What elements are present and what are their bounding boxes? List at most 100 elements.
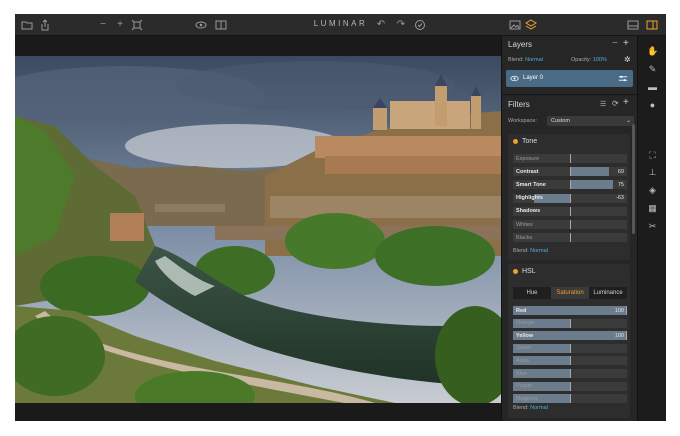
slider-handle[interactable] <box>570 343 571 353</box>
slider-value: 100 <box>614 332 624 339</box>
chevron-down-icon: ⌄ <box>625 118 631 124</box>
slider-purple[interactable]: Purple <box>513 381 627 391</box>
layer-blend[interactable]: Blend: Normal <box>508 57 543 63</box>
layer-options-icon[interactable] <box>618 74 628 85</box>
refresh-icon[interactable]: ⟳ <box>612 99 619 108</box>
sidebar-icon[interactable] <box>646 19 658 31</box>
slider-contrast[interactable]: Contrast 69 <box>513 167 627 177</box>
slider-label: Shadows <box>516 208 541 215</box>
slider-value: -63 <box>616 195 624 202</box>
blend-value: Normal <box>530 405 548 411</box>
clone-stamp-icon[interactable]: ⊥ <box>647 167 658 178</box>
slider-highlights[interactable]: Highlights -63 <box>513 193 627 203</box>
slider-handle[interactable] <box>570 318 571 328</box>
slider-handle[interactable] <box>626 306 627 315</box>
slider-fill <box>513 306 627 315</box>
slider-handle[interactable] <box>570 154 571 163</box>
slider-label: Highlights <box>516 195 543 202</box>
slider-green[interactable]: Green <box>513 343 627 353</box>
slider-handle[interactable] <box>570 206 571 216</box>
workspace-label: Workspace: <box>508 118 537 124</box>
slider-handle[interactable] <box>570 356 571 366</box>
tone-header[interactable]: Tone <box>508 134 630 149</box>
hsl-header[interactable]: HSL <box>508 264 630 279</box>
workspace-value: Custom <box>551 118 570 124</box>
slider-handle[interactable] <box>570 381 571 391</box>
side-panel: Layers − + Blend: Normal Opacity: 100% ✲… <box>501 36 638 421</box>
slider-label: Blacks <box>516 234 533 241</box>
opacity-value: 100% <box>592 57 607 63</box>
radial-icon[interactable]: ● <box>647 100 658 111</box>
visibility-eye-icon[interactable] <box>510 74 519 85</box>
slider-handle[interactable] <box>570 394 571 404</box>
redo-icon[interactable]: ↷ <box>395 19 407 31</box>
panel-scrollbar[interactable] <box>632 124 635 234</box>
erase-icon[interactable]: ◈ <box>647 185 658 196</box>
texture-icon[interactable]: ▦ <box>647 203 658 214</box>
filter-list-icon[interactable]: ☰ <box>600 100 606 108</box>
panel-icon[interactable] <box>627 19 639 31</box>
slider-orange[interactable]: Orange <box>513 318 627 328</box>
slider-exposure[interactable]: Exposure <box>513 154 627 163</box>
slider-aqua[interactable]: Aqua <box>513 356 627 366</box>
tab-saturation[interactable]: Saturation <box>551 287 589 299</box>
blend-label: Blend: <box>513 405 529 411</box>
add-layer-icon[interactable]: + <box>623 38 629 49</box>
slider-yellow[interactable]: Yellow 100 <box>513 331 627 341</box>
slider-label: Purple <box>516 383 532 390</box>
transform-icon[interactable]: ✂ <box>647 221 658 232</box>
slider-label: Contrast <box>516 168 539 175</box>
divider <box>502 94 638 95</box>
slider-handle[interactable] <box>570 167 571 177</box>
slider-shadows[interactable]: Shadows <box>513 206 627 216</box>
hsl-blend[interactable]: Blend: Normal <box>513 405 548 411</box>
crop-icon[interactable]: ⛶ <box>647 150 658 161</box>
minimize-icon[interactable]: − <box>612 38 618 49</box>
tab-hue[interactable]: Hue <box>513 287 551 299</box>
blend-value: Normal <box>530 248 548 254</box>
hsl-filter: HSL Hue Saturation Luminance Red 100 Orang… <box>508 264 630 418</box>
slider-blacks[interactable]: Blacks <box>513 233 627 243</box>
slider-handle[interactable] <box>570 180 571 190</box>
workspace-select[interactable]: Custom ⌄ <box>547 116 634 126</box>
slider-value: 100 <box>614 307 624 314</box>
slider-fill <box>570 180 613 190</box>
history-icon[interactable] <box>414 19 426 31</box>
slider-label: Yellow <box>516 332 534 339</box>
image-canvas[interactable] <box>15 36 501 421</box>
slider-blue[interactable]: Blue <box>513 369 627 378</box>
slider-whites[interactable]: Whites <box>513 220 627 229</box>
layer-name: Layer 0 <box>523 75 544 81</box>
filter-enabled-icon[interactable] <box>513 269 518 274</box>
image-icon[interactable] <box>509 19 521 31</box>
filter-enabled-icon[interactable] <box>513 139 518 144</box>
tab-luminance[interactable]: Luminance <box>589 287 627 299</box>
slider-handle[interactable] <box>570 220 571 229</box>
app-title: LUMINAR <box>313 19 368 28</box>
filters-tool-icon[interactable]: ✋ <box>647 46 658 57</box>
slider-handle[interactable] <box>570 233 571 243</box>
filters-title: Filters <box>508 100 530 109</box>
layers-icon[interactable] <box>525 19 537 31</box>
brush-icon[interactable]: ✎ <box>647 64 658 75</box>
slider-label: Smart Tone <box>516 181 546 188</box>
gradient-icon[interactable]: ▬ <box>647 82 658 93</box>
slider-magenta[interactable]: Magenta <box>513 394 627 404</box>
add-filter-icon[interactable]: + <box>623 97 629 108</box>
slider-smart-tone[interactable]: Smart Tone 75 <box>513 180 627 190</box>
blend-value: Normal <box>525 57 543 63</box>
landscape-photo <box>15 56 501 403</box>
layer-opacity[interactable]: Opacity: 100% <box>571 57 607 63</box>
tone-blend[interactable]: Blend: Normal <box>513 248 548 254</box>
slider-handle[interactable] <box>570 369 571 378</box>
slider-value: 69 <box>617 168 624 175</box>
slider-label: Exposure <box>516 155 540 162</box>
slider-red[interactable]: Red 100 <box>513 306 627 315</box>
slider-fill <box>570 167 610 177</box>
gear-icon[interactable]: ✲ <box>624 55 631 64</box>
slider-label: Green <box>516 345 532 352</box>
slider-handle[interactable] <box>626 331 627 341</box>
slider-handle[interactable] <box>570 193 571 203</box>
layer-row[interactable]: Layer 0 <box>506 70 633 87</box>
undo-icon[interactable]: ↶ <box>375 19 387 31</box>
